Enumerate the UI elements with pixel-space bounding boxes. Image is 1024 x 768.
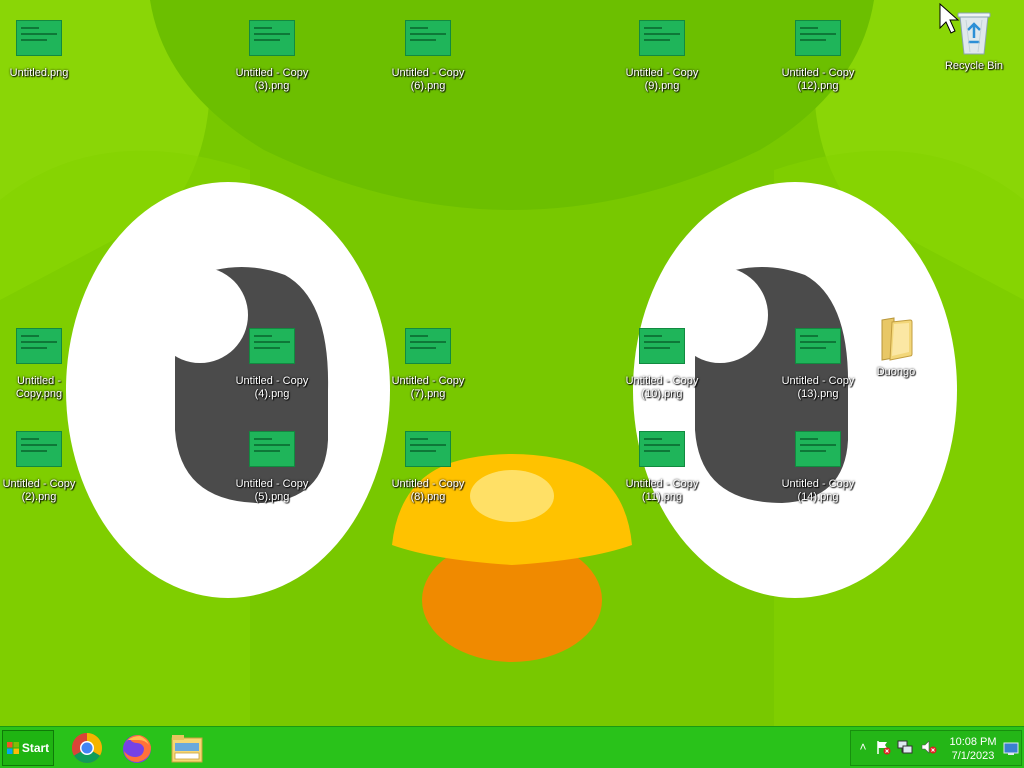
desktop-icon-label: Untitled - Copy (14).png — [781, 478, 855, 503]
network-icon[interactable] — [897, 739, 913, 755]
desktop-icon-untitled-copy-2-png[interactable]: Untitled - Copy (2).png — [0, 431, 78, 504]
chrome-icon[interactable] — [70, 731, 104, 765]
image-file-thumbnail-icon — [795, 431, 841, 467]
clock-date: 7/1/2023 — [951, 750, 995, 762]
start-button[interactable]: Start — [2, 730, 54, 766]
image-file-thumbnail-icon — [639, 431, 685, 467]
system-tray: ˄ 10:08 PM 7/1/2023 — [850, 730, 1022, 766]
image-file-thumbnail-icon — [795, 328, 841, 364]
desktop-icon-label: Untitled - Copy (7).png — [391, 375, 465, 400]
desktop-icon-label: Untitled - Copy (10).png — [625, 375, 699, 400]
desktop-icon-label: Untitled - Copy (11).png — [625, 478, 699, 503]
desktop-icon-untitled-copy-10-png[interactable]: Untitled - Copy (10).png — [623, 328, 701, 401]
image-file-thumbnail-icon — [249, 328, 295, 364]
desktop-icon-label: Untitled - Copy (5).png — [235, 478, 309, 503]
desktop-icon-untitled-copy-4-png[interactable]: Untitled - Copy (4).png — [233, 328, 311, 401]
desktop-icon-label: Recycle Bin — [944, 60, 1004, 72]
desktop-icon-label: Untitled - Copy (8).png — [391, 478, 465, 503]
image-file-thumbnail-icon — [405, 20, 451, 56]
desktop-icon-label: Untitled - Copy (9).png — [625, 67, 699, 92]
desktop-icon-label: Untitled - Copy (4).png — [235, 375, 309, 400]
image-file-thumbnail-icon — [639, 20, 685, 56]
image-file-thumbnail-icon — [249, 20, 295, 56]
desktop-icon-untitled-copy-3-png[interactable]: Untitled - Copy (3).png — [233, 20, 311, 93]
image-file-thumbnail-icon — [639, 328, 685, 364]
show-desktop-icon[interactable] — [1003, 741, 1019, 757]
desktop-icon-untitled-copy-7-png[interactable]: Untitled - Copy (7).png — [389, 328, 467, 401]
clock-time: 10:08 PM — [949, 736, 997, 748]
image-file-thumbnail-icon — [16, 20, 62, 56]
desktop-icon-untitled-png[interactable]: Untitled.png — [0, 20, 78, 80]
desktop-icon-untitled-copy-png[interactable]: Untitled - Copy.png — [0, 328, 78, 401]
firefox-icon[interactable] — [120, 731, 154, 765]
desktop-icon-label: Untitled - Copy (13).png — [781, 375, 855, 400]
image-file-thumbnail-icon — [795, 20, 841, 56]
recycle-bin-icon — [957, 12, 991, 55]
image-file-thumbnail-icon — [405, 328, 451, 364]
start-label: Start — [21, 741, 50, 755]
windows-logo-icon — [6, 742, 19, 754]
desktop-icon-untitled-copy-5-png[interactable]: Untitled - Copy (5).png — [233, 431, 311, 504]
desktop-icon-untitled-copy-11-png[interactable]: Untitled - Copy (11).png — [623, 431, 701, 504]
desktop[interactable]: Untitled.png Untitled - Copy (3).png Unt… — [0, 0, 1024, 726]
taskbar-clock[interactable]: 10:08 PM 7/1/2023 — [945, 735, 1001, 763]
taskbar: Start ˄ 10:08 PM 7/1/2023 — [0, 726, 1024, 768]
image-file-thumbnail-icon — [249, 431, 295, 467]
desktop-icon-untitled-copy-14-png[interactable]: Untitled - Copy (14).png — [779, 431, 857, 504]
desktop-icon-untitled-copy-8-png[interactable]: Untitled - Copy (8).png — [389, 431, 467, 504]
desktop-icon-recycle-bin[interactable]: Recycle Bin — [935, 8, 1013, 73]
desktop-icon-untitled-copy-12-png[interactable]: Untitled - Copy (12).png — [779, 20, 857, 93]
desktop-icon-untitled-copy-9-png[interactable]: Untitled - Copy (9).png — [623, 20, 701, 93]
file-explorer-icon[interactable] — [170, 731, 204, 765]
desktop-icon-untitled-copy-13-png[interactable]: Untitled - Copy (13).png — [779, 328, 857, 401]
folder-icon — [881, 317, 913, 361]
desktop-icon-label: Untitled - Copy (3).png — [235, 67, 309, 92]
show-hidden-icons-chevron-icon[interactable]: ˄ — [855, 739, 871, 755]
desktop-icon-untitled-copy-6-png[interactable]: Untitled - Copy (6).png — [389, 20, 467, 93]
desktop-icon-label: Untitled - Copy.png — [15, 375, 63, 400]
volume-muted-icon[interactable] — [921, 739, 937, 755]
image-file-thumbnail-icon — [16, 431, 62, 467]
desktop-icon-label: Untitled - Copy (2).png — [2, 478, 76, 503]
action-center-flag-icon[interactable] — [875, 739, 891, 755]
desktop-icon-label: Duongo — [876, 366, 916, 378]
desktop-icon-label: Untitled - Copy (12).png — [781, 67, 855, 92]
desktop-icon-label: Untitled.png — [9, 67, 69, 79]
image-file-thumbnail-icon — [16, 328, 62, 364]
desktop-icon-label: Untitled - Copy (6).png — [391, 67, 465, 92]
image-file-thumbnail-icon — [405, 431, 451, 467]
desktop-icon-duongo-folder[interactable]: Duongo — [857, 314, 935, 379]
